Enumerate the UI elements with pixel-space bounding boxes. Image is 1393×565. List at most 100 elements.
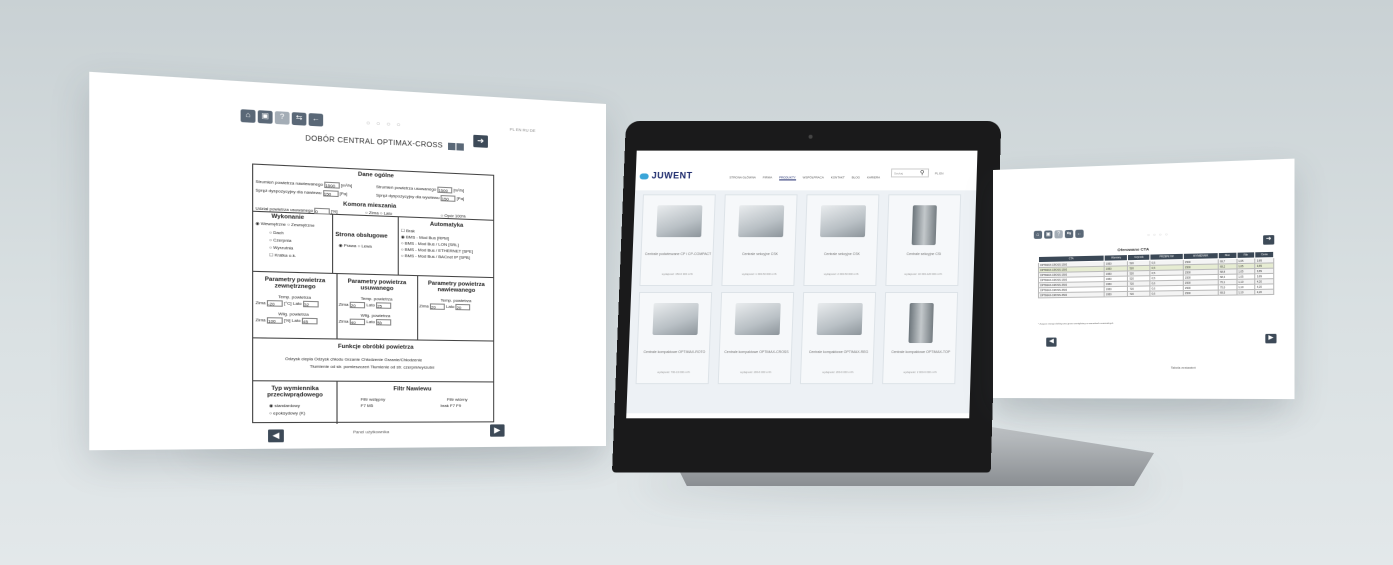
outdoor-hum-summer[interactable]: 45 (301, 317, 318, 325)
product-capacity: wydajność: 150-6 300 m³/h (661, 273, 693, 277)
functions-options[interactable]: Odzysk ciepła Odzysk chłodu Grzanie Chło… (285, 356, 422, 363)
exhaust-pressure-input[interactable]: 150 (440, 195, 456, 202)
back-icon[interactable]: ← (1075, 229, 1084, 238)
exhaust-hum-summer[interactable]: 50 (376, 319, 392, 326)
table-cell: 720 (1127, 291, 1151, 297)
outdoor-temp-winter[interactable]: -20 (266, 300, 283, 307)
laptop-lid: JUWENT STRONA GŁÓWNA FIRMA PRODUKTY WSPÓ… (611, 120, 1002, 473)
standard-radio[interactable]: standardowy (274, 403, 300, 408)
language-switcher[interactable]: PL EN RU DE (510, 127, 536, 134)
next-arrow-icon[interactable]: ▶ (490, 424, 505, 437)
language-switcher[interactable]: PL EN (935, 171, 944, 175)
product-image (734, 302, 781, 336)
product-card[interactable]: Centrale kompaktowe OPTIMAX-CROSS wydajno… (717, 292, 795, 385)
execution-title: Wykonanie (271, 213, 305, 222)
nav-home[interactable]: STRONA GŁÓWNA (729, 175, 756, 180)
nav-company[interactable]: FIRMA (763, 175, 772, 180)
outdoor-temp-summer[interactable]: 32 (302, 300, 319, 308)
nav-products[interactable]: PRODUKTY (778, 175, 796, 181)
product-grid: Centrale podwieszane CP i CP-COMPACT wyda… (626, 190, 977, 414)
roof-option[interactable]: Dach (273, 230, 284, 236)
save-icon[interactable]: ▣ (257, 110, 273, 124)
grille-option[interactable]: Kratka o.k. (274, 252, 296, 258)
summer-radio[interactable]: Lato (384, 210, 392, 216)
product-capacity: wydajność: 700-13 000 m³/h (657, 371, 690, 375)
unit: [%] (284, 317, 291, 323)
product-capacity: wydajność: 10 000-120 000 m³/h (904, 273, 943, 277)
unit: [m³/h] (340, 182, 353, 189)
offer-table: CTA Wymiary Czynnik PRZEPŁYW WYMIENNIK Moc Fil… (1038, 251, 1274, 299)
view-toggle[interactable] (448, 142, 465, 153)
help-icon[interactable]: ? (274, 111, 290, 125)
product-image (652, 302, 699, 336)
secondary-filter-options[interactable]: brak F7 F9 (441, 403, 461, 408)
value: 20 (456, 304, 462, 311)
automation-none[interactable]: Brak (406, 228, 415, 234)
product-card[interactable]: Centrale sekcyjne CSK wydajność: 1 000-50… (721, 194, 798, 287)
outdoor-hum-winter[interactable]: 100 (266, 317, 283, 324)
home-icon[interactable]: ⌂ (1033, 230, 1043, 239)
nav-career[interactable]: KARIERA (867, 175, 880, 180)
product-card[interactable]: Centrale podwieszane CP i CP-COMPACT wyda… (639, 194, 716, 287)
nav-contact[interactable]: KONTAKT (831, 175, 845, 180)
product-image (820, 205, 867, 238)
next-arrow-icon[interactable]: ➜ (473, 134, 488, 148)
damping-options[interactable]: Tłumienie od str. pomieszczeń Tłumienie … (310, 364, 434, 370)
intake-option[interactable]: Czerpnia (273, 237, 291, 243)
switch-icon[interactable]: ⇆ (1064, 229, 1074, 239)
value: 40 (350, 319, 356, 326)
product-capacity: wydajność: 1 000-50 000 m³/h (741, 273, 777, 277)
supply-pressure-input[interactable]: 150 (322, 190, 339, 198)
switch-icon[interactable]: ⇆ (291, 112, 307, 126)
product-capacity: wydajność: 200-6 000 m³/h (740, 371, 772, 375)
resistance-radio[interactable]: Opór 100% (444, 213, 465, 219)
winter-label: Zima (255, 317, 266, 323)
product-card[interactable]: Centrale sekcyjne CSK wydajność: 2 000-50… (803, 194, 880, 287)
next-arrow-icon[interactable]: ➜ (1263, 235, 1275, 245)
automation-bacnet[interactable]: BMS - Mod Bus / BACnet IP [SPB] (405, 253, 470, 260)
product-name: Centrale sekcyjne CSK (823, 252, 860, 257)
nav-blog[interactable]: BLOG (852, 175, 860, 180)
epoxy-radio[interactable]: epoksydowy (K) (273, 410, 305, 415)
product-name: Centrale kompaktowe OPTIMAX-CROSS (724, 350, 789, 355)
prefilter-options[interactable]: F7 M5 (361, 403, 373, 408)
winter-radio[interactable]: Zima (369, 210, 379, 216)
humidity-label: Wilg. powietrza (360, 312, 391, 319)
exhaust-flow-input[interactable]: 1500 (437, 186, 453, 194)
product-card[interactable]: Centrale sekcyjne CSI wydajność: 10 000-1… (885, 194, 962, 287)
value: 100 (268, 318, 276, 324)
outdoor-radio[interactable]: Zewnętrzne (291, 222, 314, 228)
exhaust-option[interactable]: Wyrzutnia (273, 245, 293, 251)
supply-temp-summer[interactable]: 20 (455, 303, 471, 311)
supply-temp-winter[interactable]: 20 (429, 303, 445, 310)
product-card[interactable]: Centrale kompaktowe OPTIMAX-REG wydajność… (799, 292, 877, 385)
winter-label: Zima (338, 318, 349, 324)
back-icon[interactable]: ← (308, 113, 324, 127)
list-icon[interactable] (456, 143, 464, 151)
product-card[interactable]: Centrale kompaktowe OPTIMAX-ROTO wydajnoś… (635, 292, 713, 385)
brand-logo[interactable]: JUWENT (639, 170, 693, 180)
summary-table-link[interactable]: Tabela zestawień (1171, 366, 1196, 370)
save-icon[interactable]: ▣ (1044, 230, 1053, 239)
product-capacity: wydajność: 2 000-50 000 m³/h (823, 273, 859, 277)
supply-flow-input[interactable]: 1500 (324, 181, 340, 189)
indoor-radio[interactable]: Wewnętrzne (261, 221, 286, 227)
exhaust-temp-winter[interactable]: 20 (349, 301, 366, 309)
nav-cooperation[interactable]: WSPÓŁPRACA (803, 175, 824, 180)
exhaust-hum-winter[interactable]: 40 (349, 318, 366, 326)
grid-icon[interactable] (448, 142, 456, 151)
temp-label: Temp. powietrza (278, 293, 312, 300)
product-name: Centrale sekcyjne CSI (906, 252, 942, 257)
exhaust-flow-value: 1500 (438, 187, 448, 194)
prev-arrow-icon[interactable]: ◀ (1046, 337, 1057, 347)
home-icon[interactable]: ⌂ (240, 109, 256, 123)
prev-arrow-icon[interactable]: ◀ (268, 429, 284, 443)
left-side-radio[interactable]: Lewa (361, 243, 371, 249)
next-arrow-icon[interactable]: ▶ (1265, 333, 1277, 344)
user-panel-link[interactable]: Panel użytkownika (353, 429, 389, 434)
product-card[interactable]: Centrale kompaktowe OPTIMAX-TOP wydajność… (882, 292, 959, 385)
exhaust-temp-summer[interactable]: 25 (376, 302, 392, 309)
air-parameters-section: Parametry powietrza zewnętrznego Temp. p… (253, 271, 494, 342)
help-icon[interactable]: ? (1054, 230, 1063, 239)
right-side-radio[interactable]: Prawa (344, 243, 356, 249)
